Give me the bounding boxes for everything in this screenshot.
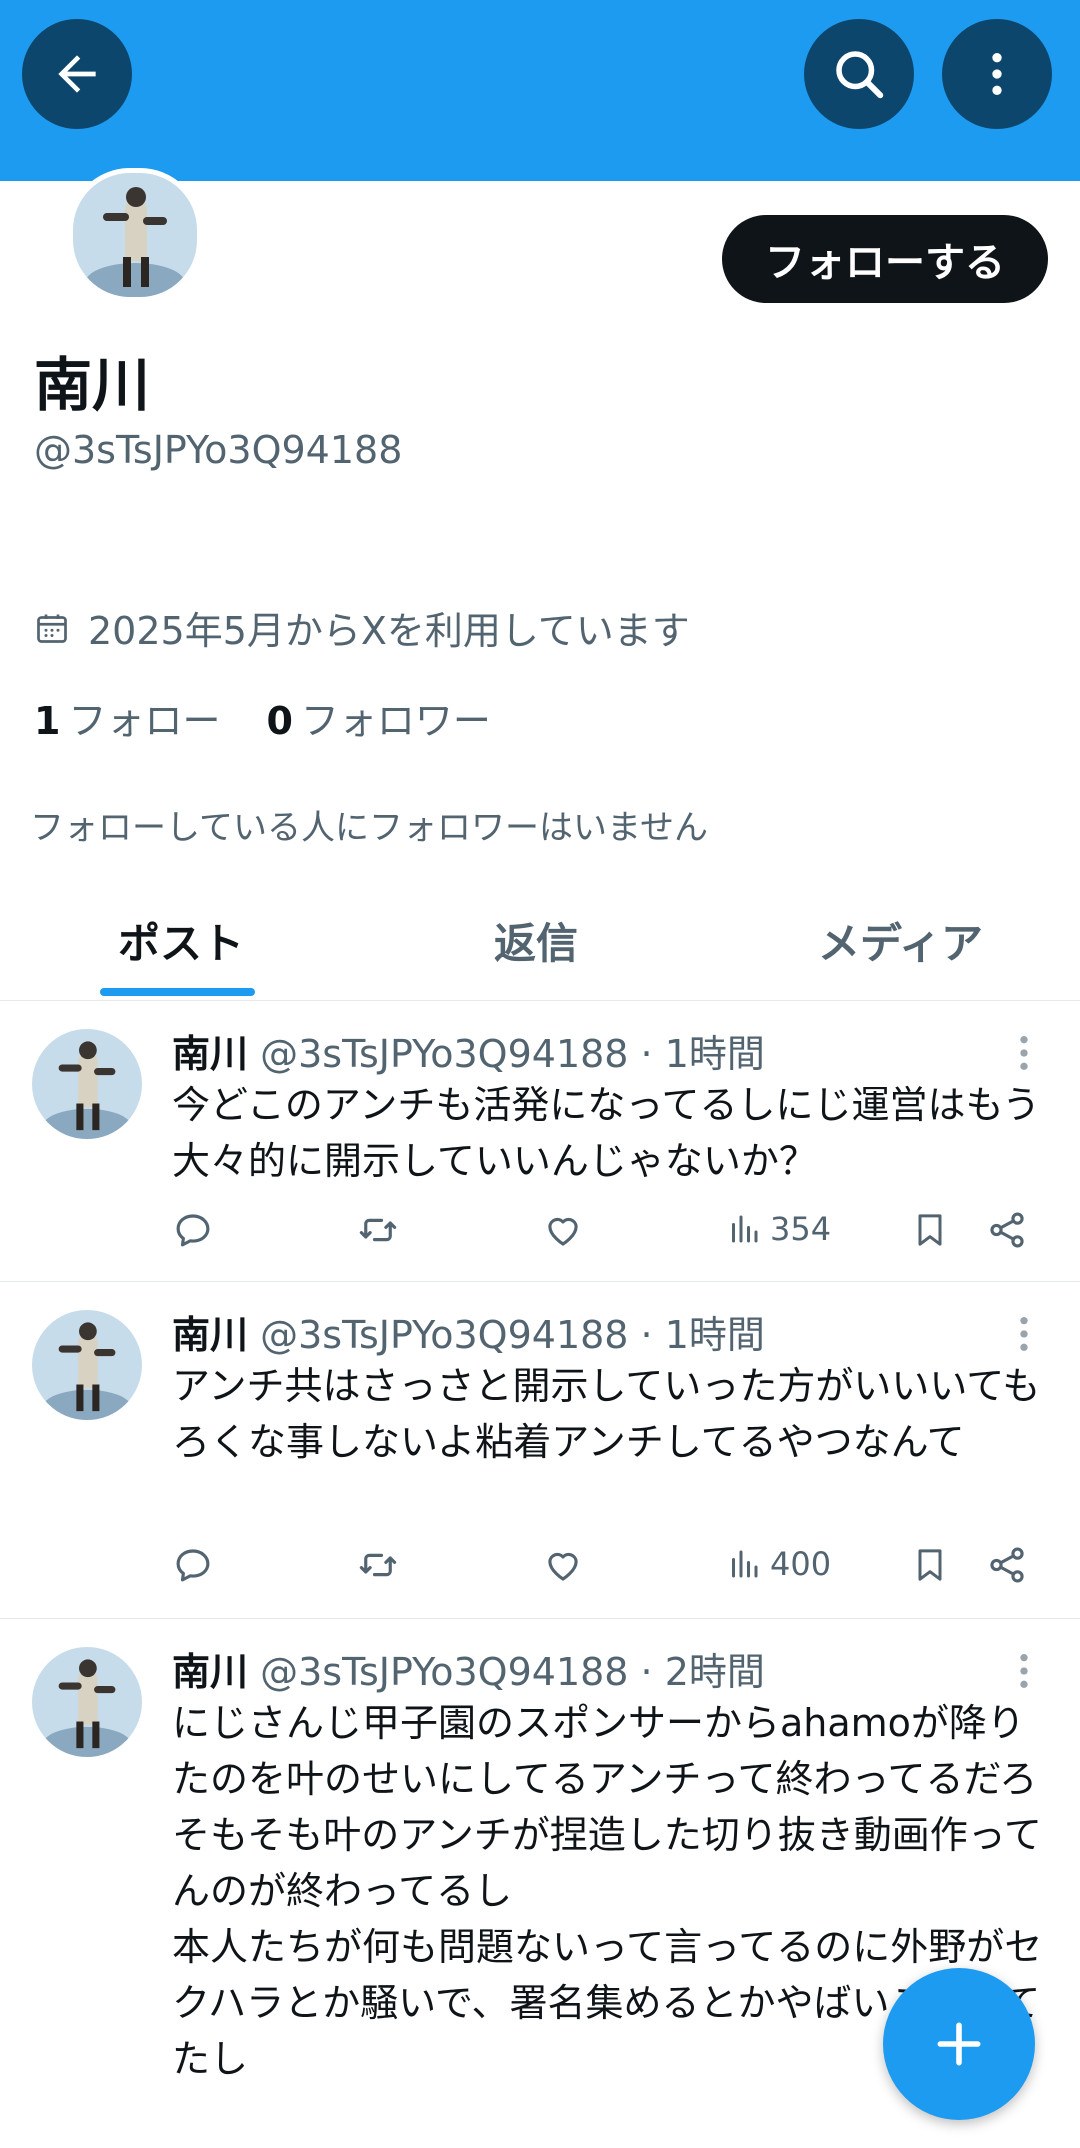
profile-tabs: ポスト 返信 メディア: [0, 880, 1080, 1001]
post-meta: @3sTsJPYo3Q94188 · 2時間: [260, 1650, 765, 1694]
bookmark-button[interactable]: [910, 1209, 950, 1251]
joined-date: 2025年5月からXを利用しています: [34, 600, 690, 655]
share-button[interactable]: [986, 1544, 1028, 1586]
followers-link[interactable]: 0 フォロワー: [266, 690, 490, 745]
like-button[interactable]: [542, 1209, 584, 1251]
tab-media[interactable]: メディア: [818, 910, 983, 971]
bar-chart-icon: [732, 1550, 758, 1578]
joined-text: 2025年5月からXを利用しています: [88, 609, 690, 653]
post-header: 南川 @3sTsJPYo3Q94188 · 1時間: [172, 1304, 765, 1359]
share-button[interactable]: [986, 1209, 1028, 1251]
bookmark-icon: [918, 1549, 942, 1581]
search-button[interactable]: [804, 19, 914, 129]
followers-count: 0: [266, 699, 293, 743]
heart-icon: [548, 1552, 578, 1581]
calendar-icon: [37, 614, 67, 643]
active-tab-indicator: [100, 988, 255, 996]
post-more-button[interactable]: [1014, 1651, 1034, 1695]
share-icon: [990, 1547, 1024, 1583]
more-options-button[interactable]: [942, 19, 1052, 129]
bookmark-icon: [918, 1214, 942, 1246]
comment-icon: [176, 1214, 210, 1247]
avatar-image: [32, 1647, 142, 1757]
follow-stats: 1 フォロー 0 フォロワー: [34, 690, 537, 745]
profile-name: 南川: [34, 351, 151, 419]
follow-button[interactable]: フォローする: [722, 215, 1048, 303]
following-count: 1: [34, 699, 61, 743]
avatar-image: [32, 1310, 142, 1420]
top-app-bar: [0, 0, 1080, 181]
post-text: アンチ共はさっさと開示していった方がいいいてもろくな事しないよ粘着アンチしてるや…: [172, 1364, 1041, 1464]
post-meta: @3sTsJPYo3Q94188 · 1時間: [260, 1313, 765, 1357]
views-count: 354: [770, 1210, 832, 1248]
comment-icon: [176, 1549, 210, 1582]
post-more-button[interactable]: [1014, 1033, 1034, 1077]
views-button[interactable]: 354: [726, 1209, 831, 1249]
avatar-image: [73, 173, 197, 297]
post-meta: @3sTsJPYo3Q94188 · 1時間: [260, 1032, 765, 1076]
followers-label: フォロワー: [300, 699, 491, 743]
repost-icon: [359, 1553, 397, 1577]
compose-post-button[interactable]: [883, 1968, 1035, 2120]
repost-button[interactable]: [356, 1209, 400, 1251]
post-author-name: 南川: [172, 1313, 249, 1357]
no-mutual-followers-note: フォローしている人にフォロワーはいません: [30, 808, 708, 848]
reply-button[interactable]: [172, 1544, 214, 1586]
bar-chart-icon: [732, 1215, 758, 1243]
more-vertical-icon: [992, 53, 1002, 95]
repost-icon: [359, 1218, 397, 1242]
post-avatar[interactable]: [32, 1310, 142, 1420]
more-vertical-icon: [1020, 1317, 1028, 1351]
avatar-image: [32, 1029, 142, 1139]
post-item[interactable]: 南川 @3sTsJPYo3Q94188 · 1時間 今どこのアンチも活発になって…: [0, 1001, 1080, 1282]
repost-button[interactable]: [356, 1544, 400, 1586]
post-actions: 354: [172, 1209, 1052, 1269]
back-button[interactable]: [22, 19, 132, 129]
post-header: 南川 @3sTsJPYo3Q94188 · 2時間: [172, 1641, 765, 1696]
views-button[interactable]: 400: [726, 1544, 831, 1584]
profile-avatar[interactable]: [68, 168, 202, 302]
views-count: 400: [770, 1545, 832, 1583]
post-item[interactable]: 南川 @3sTsJPYo3Q94188 · 1時間 アンチ共はさっさと開示してい…: [0, 1282, 1080, 1619]
post-actions: 400: [172, 1544, 1052, 1604]
post-author-name: 南川: [172, 1650, 249, 1694]
heart-icon: [548, 1217, 578, 1246]
following-label: フォロー: [68, 699, 221, 743]
bookmark-button[interactable]: [910, 1544, 950, 1586]
share-icon: [990, 1212, 1024, 1248]
post-header: 南川 @3sTsJPYo3Q94188 · 1時間: [172, 1023, 765, 1078]
tab-posts[interactable]: ポスト: [118, 910, 244, 971]
more-vertical-icon: [1020, 1036, 1028, 1070]
profile-handle: @3sTsJPYo3Q94188: [34, 428, 403, 472]
like-button[interactable]: [542, 1544, 584, 1586]
following-link[interactable]: 1 フォロー: [34, 690, 220, 745]
reply-button[interactable]: [172, 1209, 214, 1251]
more-vertical-icon: [1020, 1654, 1028, 1688]
search-icon: [836, 51, 884, 99]
arrow-left-icon: [58, 55, 96, 93]
tab-replies[interactable]: 返信: [494, 910, 578, 971]
post-avatar[interactable]: [32, 1029, 142, 1139]
plus-icon: [937, 2022, 981, 2066]
post-author-name: 南川: [172, 1032, 249, 1076]
post-more-button[interactable]: [1014, 1314, 1034, 1358]
post-avatar[interactable]: [32, 1647, 142, 1757]
post-text: 今どこのアンチも活発になってるしにじ運営はもう大々的に開示していいんじゃないか？: [172, 1083, 1041, 1183]
